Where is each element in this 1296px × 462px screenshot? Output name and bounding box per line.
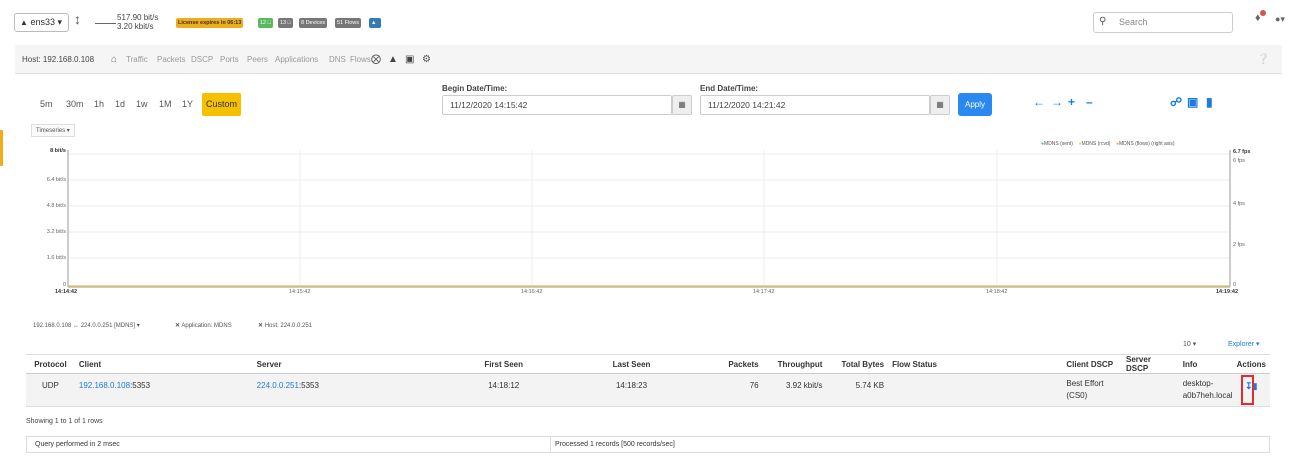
y-right-tick: 6 fps	[1233, 158, 1245, 164]
column-header[interactable]: Client DSCP	[1062, 354, 1123, 374]
x-tick: 14:15:42	[289, 289, 311, 295]
cell-server: 224.0.0.251:5353	[252, 373, 442, 407]
flow-filter-dropdown[interactable]: 192.168.0.108 ↔ 224.0.0.251 [MDNS] ▾	[33, 322, 140, 329]
column-header[interactable]: Protocol	[26, 354, 75, 374]
remove-filter-icon[interactable]: ✕	[258, 323, 263, 329]
server-port: :5353	[298, 381, 319, 390]
cell-server-dscp	[1122, 373, 1179, 407]
highlight-box	[1240, 375, 1254, 405]
table-row[interactable]: UDP 192.168.0.108:5353 224.0.0.251:5353 …	[26, 373, 1270, 407]
x-tick: 14:14:42	[55, 289, 78, 295]
table-header-row: Protocol Client Server First Seen Last S…	[26, 354, 1270, 374]
column-header[interactable]: Client	[74, 354, 253, 374]
processed-records: Processed 1 records [500 records/sec]	[555, 441, 675, 448]
cell-packets: 76	[696, 373, 763, 407]
y-right-tick: 2 fps	[1233, 242, 1245, 248]
y-left-tick: 8 bit/s	[50, 148, 66, 154]
query-stats: Query performed in 2 msec Processed 1 re…	[26, 436, 1270, 453]
y-left-tick: 1.6 bit/s	[46, 255, 66, 261]
column-header[interactable]: Packets	[696, 354, 763, 374]
client-port: :5353	[130, 381, 151, 390]
x-tick: 14:16:42	[521, 289, 543, 295]
app-filter-tag[interactable]: ✕ Application: MDNS	[175, 322, 232, 329]
host-filter-tag[interactable]: ✕ Host: 224.0.0.251	[258, 322, 312, 329]
host-filter-label: Host: 224.0.0.251	[264, 323, 313, 329]
page-size-dropdown[interactable]: 10 ▾	[1183, 340, 1196, 348]
cell-client-dscp: Best Effort (CS0)	[1062, 373, 1123, 407]
y-left-tick: 0	[62, 282, 66, 288]
flow-filter-label: 192.168.0.108 ↔ 224.0.0.251 [MDNS]	[33, 323, 136, 329]
y-left-tick: 6.4 bit/s	[46, 177, 66, 183]
cell-info: desktop-a0b7heh.local	[1178, 373, 1233, 407]
footer-divider	[550, 437, 551, 452]
x-tick: 14:17:42	[753, 289, 775, 295]
server-link[interactable]: 224.0.0.251	[257, 381, 299, 390]
column-header[interactable]: Info	[1178, 354, 1233, 374]
column-header[interactable]: Total Bytes	[826, 354, 889, 374]
column-header: Actions	[1232, 354, 1270, 374]
table-pagination-info: Showing 1 to 1 of 1 rows	[26, 418, 103, 425]
flows-table: Protocol Client Server First Seen Last S…	[26, 354, 1270, 407]
cell-first-seen: 14:18:12	[441, 373, 567, 407]
cell-last-seen: 14:18:23	[566, 373, 697, 407]
explorer-dropdown[interactable]: Explorer ▾	[1228, 340, 1260, 348]
cell-protocol: UDP	[26, 373, 75, 407]
client-link[interactable]: 192.168.0.108	[79, 381, 130, 390]
column-header[interactable]: Server DSCP	[1122, 354, 1179, 374]
y-left-tick: 3.2 bit/s	[46, 229, 66, 235]
column-header[interactable]: Flow Status	[888, 354, 1063, 374]
x-tick: 14:18:42	[986, 289, 1008, 295]
column-header[interactable]: First Seen	[441, 354, 567, 374]
explorer-label: Explorer	[1228, 341, 1255, 348]
x-tick: 14:19:42	[1216, 289, 1239, 295]
remove-filter-icon[interactable]: ✕	[175, 323, 180, 329]
app-filter-label: Application: MDNS	[181, 323, 232, 329]
page-size-value: 10	[1183, 341, 1191, 348]
column-header[interactable]: Last Seen	[566, 354, 697, 374]
column-header[interactable]: Server	[252, 354, 442, 374]
y-right-tick: 4 fps	[1233, 201, 1245, 207]
cell-throughput: 3.92 kbit/s	[762, 373, 827, 407]
y-left-tick: 4.8 bit/s	[46, 203, 66, 209]
column-header[interactable]: Throughput	[762, 354, 827, 374]
cell-total-bytes: 5.74 KB	[826, 373, 889, 407]
y-right-tick: 6.7 fps	[1233, 149, 1251, 155]
y-right-tick: 0	[1233, 282, 1237, 288]
cell-actions: ↧▮	[1232, 373, 1270, 407]
cell-client: 192.168.0.108:5353	[74, 373, 253, 407]
cell-flow-status	[888, 373, 1063, 407]
query-time: Query performed in 2 msec	[35, 441, 120, 448]
